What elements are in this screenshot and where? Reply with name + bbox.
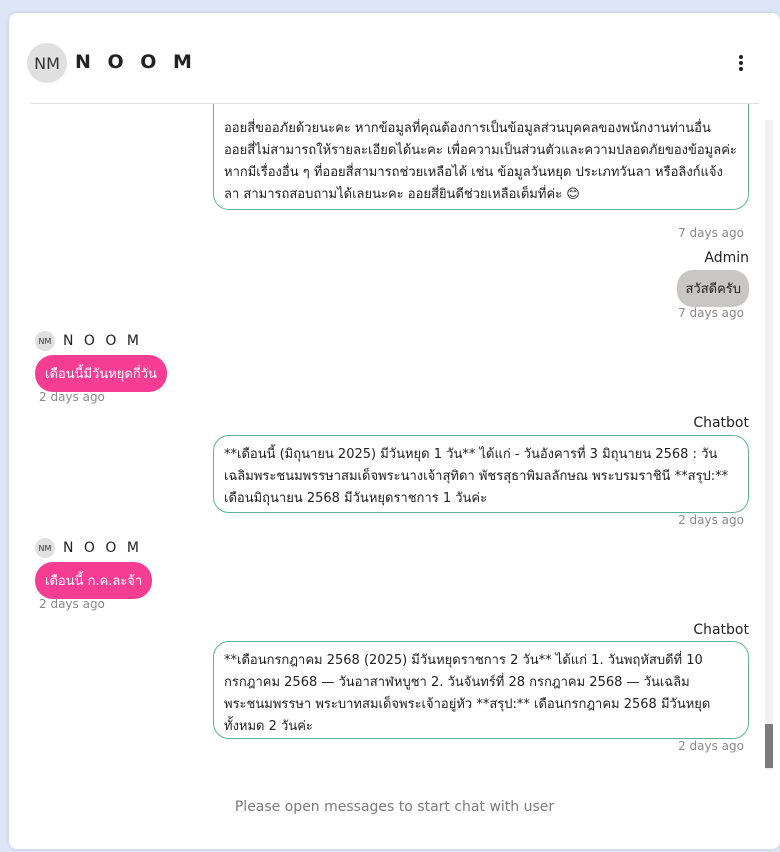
outgoing-message-bubble: **เดือนกรกฎาคม 2568 (2025) มีวันหยุดราชก… <box>213 641 749 739</box>
message-timestamp: 2 days ago <box>678 513 744 527</box>
incoming-message-bubble: เดือนนี้มีวันหยุดกี่วัน <box>35 355 167 392</box>
message-timestamp: 7 days ago <box>678 226 744 240</box>
message-text: ออยสี่ขออภัยด้วยนะคะ หากข้อมูลที่คุณต้อง… <box>224 121 737 202</box>
avatar: NM <box>35 331 55 351</box>
chat-header: NM N O O M <box>9 13 780 103</box>
avatar: NM <box>35 538 55 558</box>
message-timestamp: 2 days ago <box>39 597 105 611</box>
kebab-menu-icon[interactable] <box>731 51 751 75</box>
message-text: สวัสดีครับ <box>685 282 741 297</box>
message-timestamp: 7 days ago <box>678 306 744 320</box>
incoming-sender-row: NM N O O M <box>35 331 142 351</box>
message-sender: Chatbot <box>693 415 749 431</box>
message-timestamp: 2 days ago <box>39 390 105 404</box>
message-sender: Admin <box>704 250 749 266</box>
message-timestamp: 2 days ago <box>678 739 744 753</box>
message-sender: N O O M <box>63 333 142 349</box>
empty-state-hint: Please open messages to start chat with … <box>234 799 555 815</box>
chat-user-name: N O O M <box>75 51 197 73</box>
message-sender: N O O M <box>63 540 142 556</box>
avatar: NM <box>27 43 67 83</box>
message-text: เดือนนี้ ก.ค.ละจ้า <box>45 574 143 589</box>
admin-message-bubble: สวัสดีครับ <box>677 270 749 307</box>
incoming-sender-row: NM N O O M <box>35 538 142 558</box>
outgoing-message-bubble: **เดือนนี้ (มิถุนายน 2025) มีวันหยุด 1 ว… <box>213 435 749 513</box>
message-text: **เดือนนี้ (มิถุนายน 2025) มีวันหยุด 1 ว… <box>224 447 729 506</box>
message-sender: Chatbot <box>693 622 749 638</box>
message-text: เดือนนี้มีวันหยุดกี่วัน <box>45 367 157 382</box>
message-list[interactable]: ออยสี่ขออภัยด้วยนะคะ หากข้อมูลที่คุณต้อง… <box>9 104 780 784</box>
scrollbar-track[interactable] <box>765 120 773 770</box>
incoming-message-bubble: เดือนนี้ ก.ค.ละจ้า <box>35 562 153 599</box>
outgoing-message-bubble: ออยสี่ขออภัยด้วยนะคะ หากข้อมูลที่คุณต้อง… <box>213 104 749 210</box>
message-text: **เดือนกรกฎาคม 2568 (2025) มีวันหยุดราชก… <box>224 653 711 734</box>
scrollbar-thumb[interactable] <box>765 724 773 768</box>
chat-card: NM N O O M ออยสี่ขออภัยด้วยนะคะ หากข้อมู… <box>9 13 780 849</box>
